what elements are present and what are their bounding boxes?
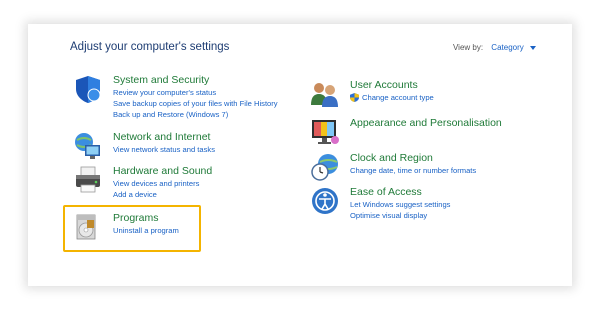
clock-globe-icon[interactable]	[310, 152, 340, 182]
link-add-device[interactable]: Add a device	[113, 189, 212, 200]
printer-icon[interactable]	[73, 165, 103, 195]
users-icon[interactable]	[310, 79, 340, 109]
view-by-dropdown[interactable]: Category	[491, 43, 523, 52]
uac-shield-icon	[350, 93, 359, 102]
category-title[interactable]: Appearance and Personalisation	[350, 117, 502, 130]
link-optimise-display[interactable]: Optimise visual display	[350, 210, 450, 221]
shield-icon[interactable]	[73, 74, 103, 104]
control-panel-window: Adjust your computer's settings View by:…	[28, 24, 572, 286]
link-file-history[interactable]: Save backup copies of your files with Fi…	[113, 98, 278, 109]
ease-of-access-icon[interactable]	[310, 186, 340, 216]
chevron-down-icon[interactable]	[530, 45, 536, 50]
link-devices-printers[interactable]: View devices and printers	[113, 178, 212, 189]
category-title[interactable]: Ease of Access	[350, 186, 450, 199]
category-title[interactable]: System and Security	[113, 74, 278, 87]
category-title[interactable]: Clock and Region	[350, 152, 476, 165]
link-review-status[interactable]: Review your computer's status	[113, 87, 278, 98]
link-windows-suggest[interactable]: Let Windows suggest settings	[350, 199, 450, 210]
link-change-account-type[interactable]: Change account type	[350, 92, 434, 103]
link-network-status[interactable]: View network status and tasks	[113, 144, 215, 155]
link-backup-restore[interactable]: Back up and Restore (Windows 7)	[113, 109, 278, 120]
monitor-palette-icon[interactable]	[310, 117, 340, 147]
globe-network-icon[interactable]	[73, 131, 103, 161]
link-change-date-time[interactable]: Change date, time or number formats	[350, 165, 476, 176]
category-title[interactable]: Network and Internet	[113, 131, 215, 144]
view-by-control: View by: Category	[453, 43, 536, 52]
link-change-account-type-label: Change account type	[362, 93, 434, 102]
programs-highlight-box	[63, 205, 201, 252]
category-title[interactable]: User Accounts	[350, 79, 434, 92]
page-title: Adjust your computer's settings	[70, 41, 230, 53]
category-title[interactable]: Hardware and Sound	[113, 165, 212, 178]
view-by-label: View by:	[452, 43, 484, 52]
